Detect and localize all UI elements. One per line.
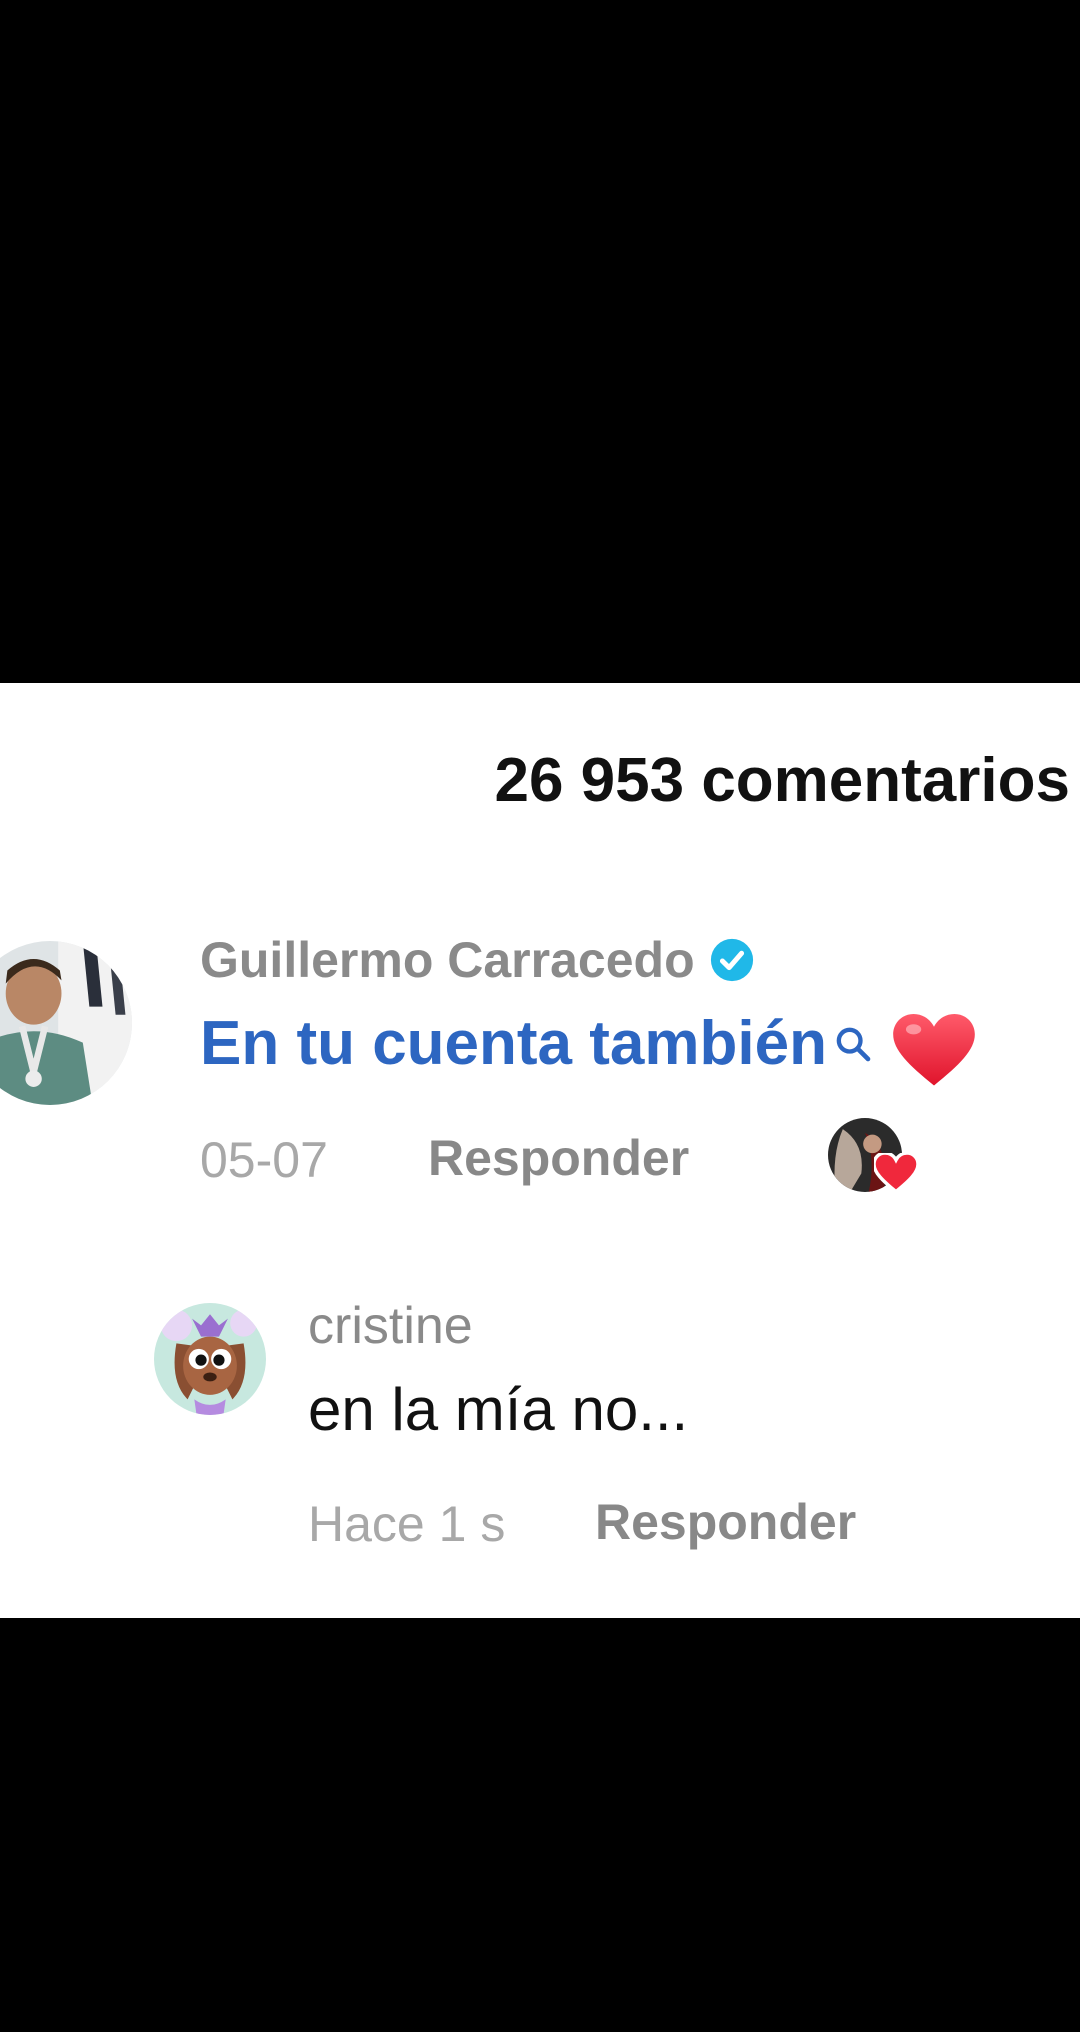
verified-badge-icon: [709, 937, 755, 983]
heart-emoji-icon: [893, 1014, 975, 1088]
comment-text-content: En tu cuenta también: [200, 1009, 827, 1078]
commenter-avatar-image: [0, 941, 132, 1105]
reply-date: Hace 1 s: [308, 1496, 506, 1552]
reply-button-2[interactable]: Responder: [595, 1493, 856, 1551]
comment-date: 05-07: [200, 1132, 328, 1188]
reply-text: en la mía no...: [308, 1376, 689, 1443]
reply-avatar[interactable]: [154, 1303, 266, 1415]
comments-count: 26 953 comentarios: [494, 746, 1070, 815]
comments-panel: 26 953 comentarios Guillermo Carracedo E…: [0, 683, 1080, 1618]
commenter-avatar[interactable]: [0, 941, 132, 1105]
screen: 26 953 comentarios Guillermo Carracedo E…: [0, 0, 1080, 2032]
comment-text: En tu cuenta también: [200, 1008, 975, 1088]
heart-icon: [872, 1151, 920, 1194]
reply-button[interactable]: Responder: [428, 1129, 689, 1187]
search-icon[interactable]: [833, 1008, 873, 1062]
commenter-username[interactable]: Guillermo Carracedo: [200, 931, 755, 989]
commenter-username-text: Guillermo Carracedo: [200, 932, 695, 988]
reply-username[interactable]: cristine: [308, 1296, 473, 1356]
reply-avatar-image: [154, 1303, 266, 1415]
